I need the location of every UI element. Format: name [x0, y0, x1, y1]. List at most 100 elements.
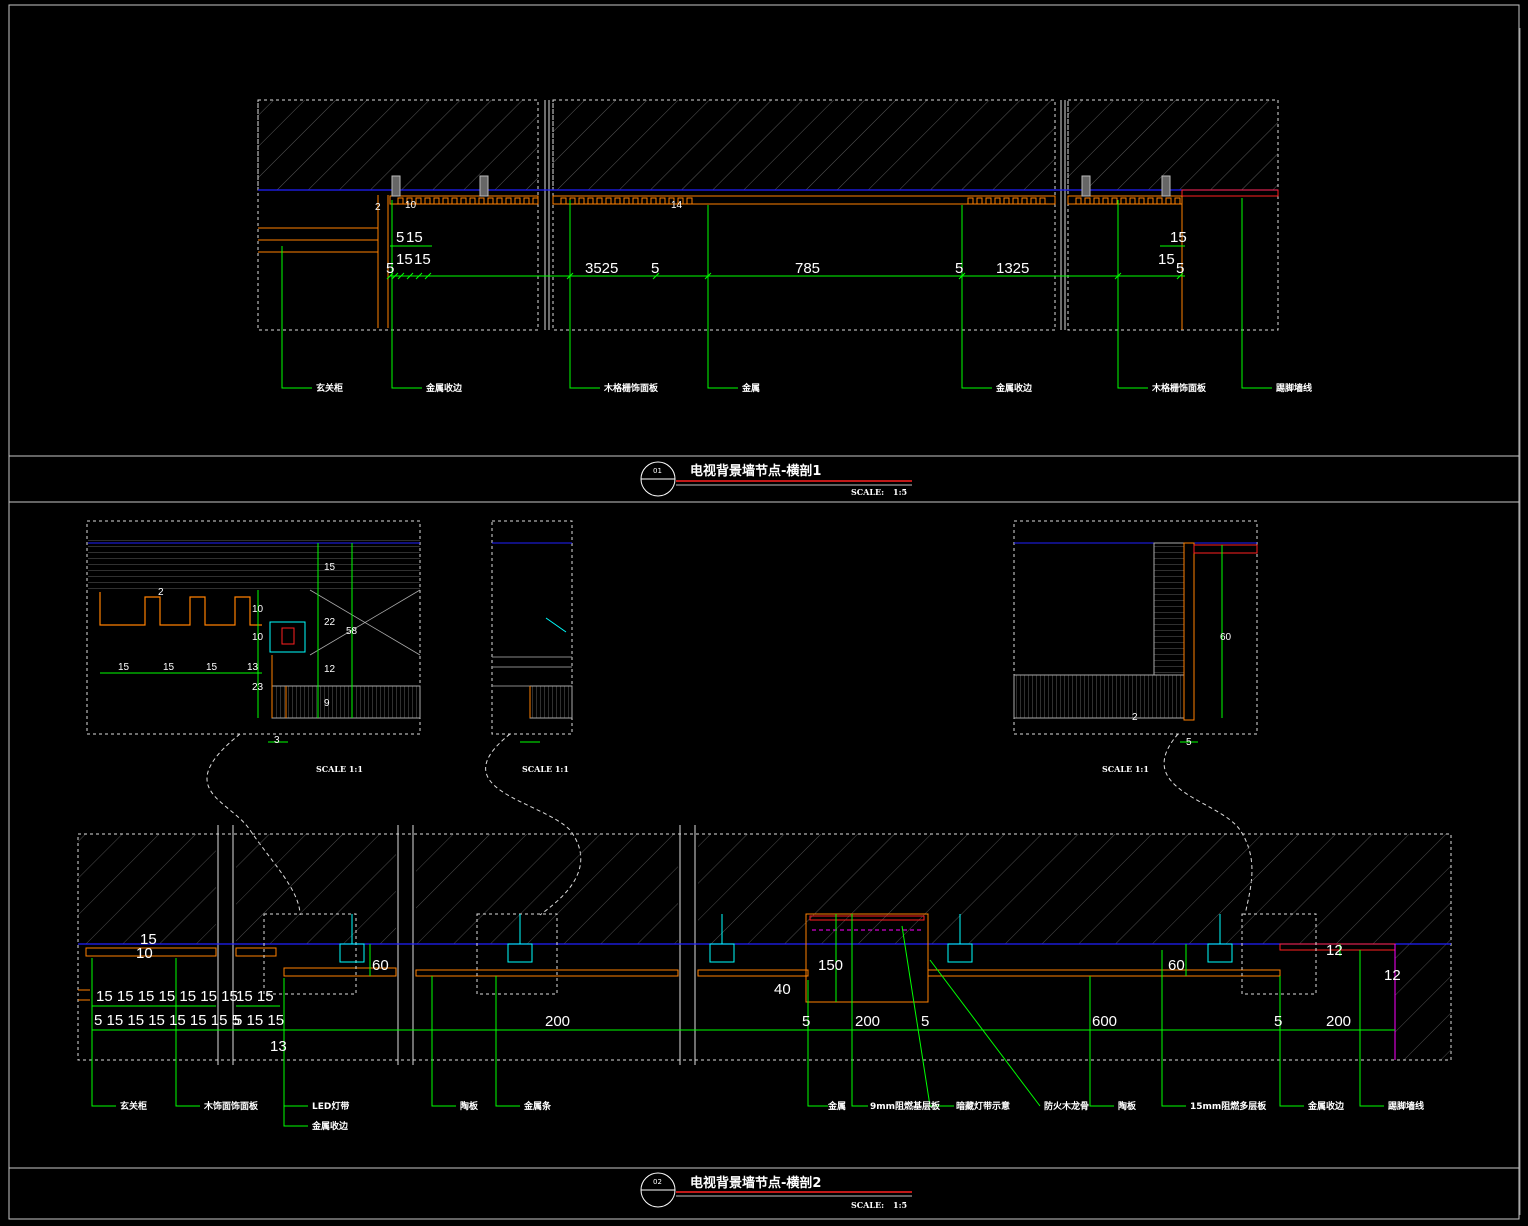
- panel-groove: [1174, 197, 1181, 205]
- dim-text: 15: [396, 251, 413, 268]
- panel-groove: [487, 197, 494, 205]
- panel-groove: [1075, 197, 1082, 205]
- label-skirting: 踢脚墙线: [1388, 1100, 1424, 1112]
- panel-groove: [1039, 197, 1046, 205]
- dim-text: 785: [795, 260, 820, 277]
- dim-text: 5: [1186, 737, 1192, 748]
- dim-text: 15: [206, 662, 218, 673]
- label-metal-edge: 金属收边: [425, 382, 463, 394]
- detail2: SCALE 1:1: [491, 520, 573, 774]
- panel-groove: [578, 197, 585, 205]
- panel-groove: [532, 197, 539, 205]
- detail3: 60 2 5 SCALE 1:1: [1013, 520, 1258, 774]
- label-wood-veneer-panel: 木饰面饰面板: [203, 1100, 259, 1112]
- dim-text: 58: [346, 626, 358, 637]
- dim-text: 15 15: [236, 988, 274, 1005]
- wall-hatch-right: [1067, 99, 1279, 191]
- dim-text: 15: [118, 662, 130, 673]
- panel-groove: [433, 197, 440, 205]
- dim-text: 13: [270, 1038, 287, 1055]
- panel-groove: [1120, 197, 1127, 205]
- section-number: 01: [653, 467, 662, 475]
- panel-groove: [605, 197, 612, 205]
- dim-text: 15: [140, 931, 157, 948]
- dim-text: 12: [1384, 967, 1401, 984]
- panel-groove: [442, 197, 449, 205]
- section1-labels: 玄关柜 金属收边 木格栅饰面板 金属 金属收边 木格栅饰面板 踢脚墙线: [316, 382, 1312, 394]
- label-base-board: 9mm阻燃基层板: [870, 1100, 941, 1112]
- dim-text: 60: [372, 957, 389, 974]
- detail-scale: SCALE 1:1: [522, 764, 569, 774]
- panel-groove: [1111, 197, 1118, 205]
- panel-groove: [985, 197, 992, 205]
- dim-text: 9: [324, 698, 330, 709]
- label-ceramic-panel: 陶板: [1118, 1100, 1137, 1112]
- dim-text: 12: [324, 664, 336, 675]
- dim-text: 15 15 15 15 15 15 15: [96, 988, 238, 1005]
- panel-groove: [596, 197, 603, 205]
- panel-groove: [424, 197, 431, 205]
- panel-groove: [976, 197, 983, 205]
- panel-groove: [514, 197, 521, 205]
- label-wood-grille-panel: 木格栅饰面板: [1151, 382, 1207, 394]
- label-metal: 金属: [827, 1100, 846, 1112]
- dim-text: 10: [405, 200, 417, 211]
- dim-text: 5 15 15 15 15 15 15 5: [94, 1012, 240, 1029]
- dim-text: 5: [921, 1013, 929, 1030]
- dim-text: 2: [375, 202, 381, 213]
- panel-groove: [478, 197, 485, 205]
- panel-groove: [505, 197, 512, 205]
- section2-leaders: [91, 914, 1384, 1127]
- section1-title-block: 01 电视背景墙节点-横剖1 SCALE: 1:5: [640, 461, 912, 497]
- panel-groove: [967, 197, 974, 205]
- panel-groove: [1084, 197, 1091, 205]
- dim-text: 40: [774, 981, 791, 998]
- label-led-strip: LED灯带: [312, 1100, 349, 1112]
- label-wood-keel: 防火木龙骨: [1044, 1100, 1089, 1112]
- dim-text: 2: [1132, 712, 1138, 723]
- panel-groove: [469, 197, 476, 205]
- panel-groove: [587, 197, 594, 205]
- section2-labels: 玄关柜 木饰面饰面板 LED灯带 金属收边 陶板 金属条 金属 9mm阻燃基层板…: [120, 1100, 1424, 1132]
- dim-text: 15: [163, 662, 175, 673]
- detail-scale: SCALE 1:1: [316, 764, 363, 774]
- section-number: 02: [653, 1178, 662, 1186]
- dim-text: 15: [1158, 251, 1175, 268]
- panel-groove: [1156, 197, 1163, 205]
- label-ceramic-panel: 陶板: [460, 1100, 479, 1112]
- label-hidden-light: 暗藏灯带示意: [956, 1100, 1010, 1112]
- dim-text: 14: [671, 200, 683, 211]
- label-metal: 金属: [741, 382, 760, 394]
- dim-text: 5: [1274, 1013, 1282, 1030]
- dim-text: 5: [396, 229, 404, 246]
- panel-groove: [632, 197, 639, 205]
- scale-label: SCALE:: [851, 1200, 884, 1210]
- dim-text: 600: [1092, 1013, 1117, 1030]
- panel-groove: [614, 197, 621, 205]
- scale-value: 1:5: [893, 487, 907, 497]
- dim-text: 60: [1220, 632, 1232, 643]
- scale-value: 1:5: [893, 1200, 907, 1210]
- panel-groove: [1147, 197, 1154, 205]
- panel-groove: [415, 197, 422, 205]
- panel-groove: [397, 197, 404, 205]
- label-metal-strip: 金属条: [523, 1100, 552, 1112]
- dim-text: 10: [252, 604, 264, 615]
- label-entry-cabinet: 玄关柜: [316, 382, 343, 394]
- panel-groove: [1093, 197, 1100, 205]
- dim-text: 10: [252, 632, 264, 643]
- panel-groove: [686, 197, 693, 205]
- dim-text: 200: [855, 1013, 880, 1030]
- label-metal-edge: 金属收边: [1307, 1100, 1345, 1112]
- section2-dims: 15 15 15 15 15 15 15 5 15 15 15 15 15 15…: [94, 931, 1401, 1055]
- dim-text: 5: [1176, 260, 1184, 277]
- dim-text: 2: [158, 587, 164, 598]
- panel-groove: [569, 197, 576, 205]
- dim-text: 3: [274, 735, 280, 746]
- dim-text: 12: [1326, 942, 1343, 959]
- panel-groove: [1129, 197, 1136, 205]
- panel-groove: [623, 197, 630, 205]
- scale-label: SCALE:: [851, 487, 884, 497]
- section-title: 电视背景墙节点-横剖1: [690, 463, 821, 479]
- label-skirting: 踢脚墙线: [1276, 382, 1312, 394]
